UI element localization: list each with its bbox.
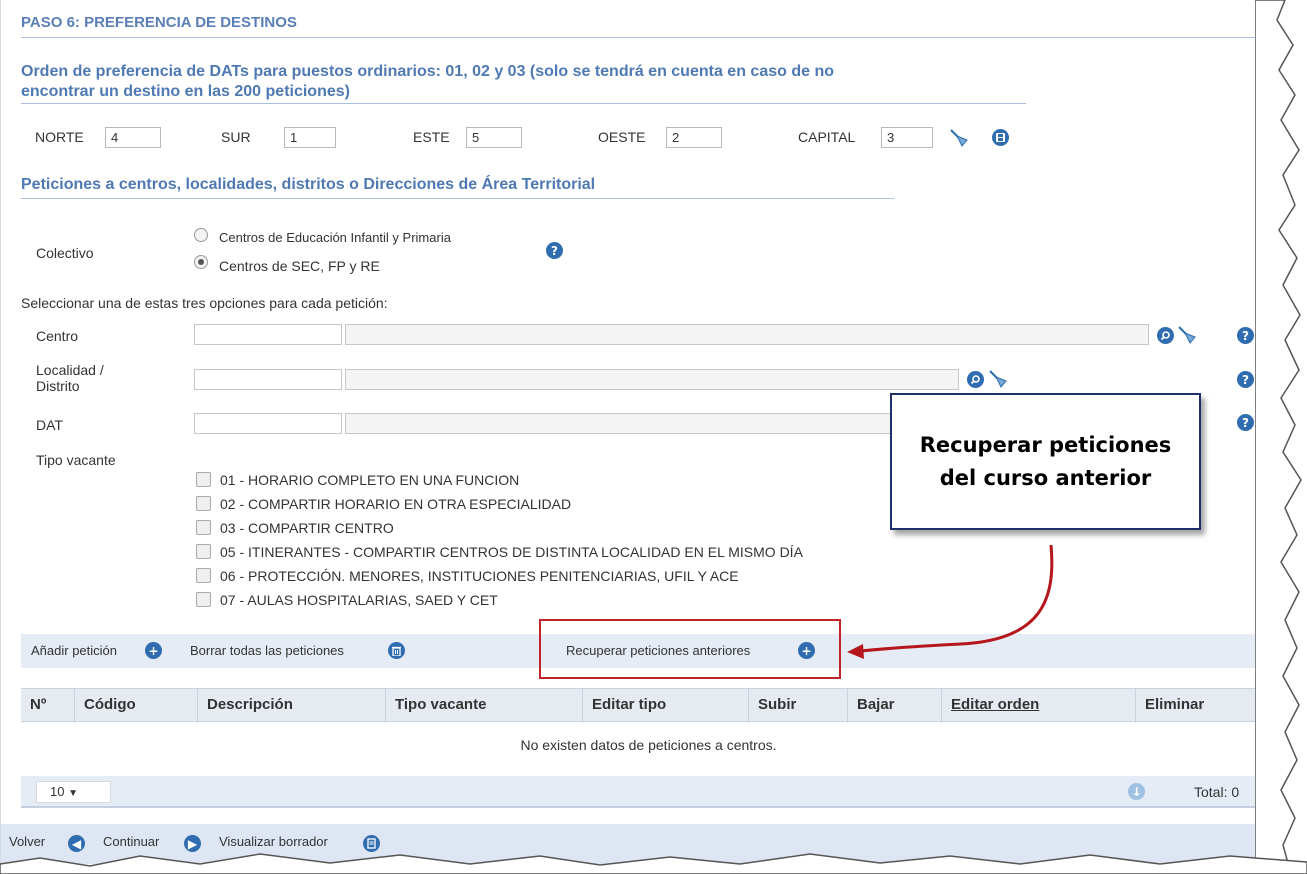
centro-label: Centro xyxy=(36,328,79,344)
dat-order-title-line1: Orden de preferencia de DATs para puesto… xyxy=(21,63,834,80)
colectivo-radio-primaria[interactable] xyxy=(194,228,208,242)
localidad-label: Localidad / Distrito xyxy=(36,362,104,394)
callout-line2: del curso anterior xyxy=(939,465,1152,490)
sur-label: SUR xyxy=(221,129,251,145)
annotation-arrow xyxy=(847,544,1054,659)
recover-highlight-box xyxy=(539,619,841,679)
colectivo-radio-sec[interactable] xyxy=(194,255,208,269)
torn-edge-bottom xyxy=(0,853,1307,874)
page-size-select[interactable]: 10 ▼ xyxy=(36,781,111,803)
este-label: ESTE xyxy=(413,129,450,145)
save-icon[interactable] xyxy=(992,129,1009,146)
colectivo-option-primaria: Centros de Educación Infantil y Primaria xyxy=(219,230,451,245)
step-title: PASO 6: PREFERENCIA DE DESTINOS xyxy=(21,14,297,31)
centro-name-input xyxy=(345,324,1149,345)
localidad-label-line2: Distrito xyxy=(36,378,80,394)
localidad-code-input[interactable] xyxy=(194,369,342,390)
help-icon[interactable]: ? xyxy=(1237,371,1254,388)
callout-line1: Recuperar peticiones xyxy=(919,432,1172,457)
este-input[interactable] xyxy=(466,127,522,148)
dat-name-input xyxy=(345,413,905,434)
empty-table-message: No existen datos de peticiones a centros… xyxy=(520,737,777,753)
help-icon[interactable]: ? xyxy=(1237,327,1254,344)
search-icon[interactable] xyxy=(1157,327,1174,344)
trash-circle-icon[interactable] xyxy=(388,642,405,659)
chevron-down-icon: ▼ xyxy=(68,788,78,799)
total-count: Total: 0 xyxy=(1194,784,1240,800)
page-frame: PASO 6: PREFERENCIA DE DESTINOS Orden de… xyxy=(0,0,1276,874)
col-header-editar-orden[interactable]: Editar orden xyxy=(942,689,1136,723)
divider xyxy=(21,103,1026,104)
col-header-codigo: Código xyxy=(75,689,198,723)
divider xyxy=(21,198,894,199)
requests-table-header: Nº Código Descripción Tipo vacante Edita… xyxy=(21,688,1276,723)
vacante-checkbox-01[interactable] xyxy=(196,472,211,487)
vacante-option-06: 06 - PROTECCIÓN. MENORES, INSTITUCIONES … xyxy=(220,568,739,584)
col-header-bajar: Bajar xyxy=(848,689,942,723)
norte-label: NORTE xyxy=(35,129,84,145)
localidad-label-line1: Localidad / xyxy=(36,362,104,378)
help-icon[interactable]: ? xyxy=(546,242,563,259)
col-header-tipo-vacante: Tipo vacante xyxy=(386,689,583,723)
vacante-option-03: 03 - COMPARTIR CENTRO xyxy=(220,520,394,536)
sur-input[interactable] xyxy=(284,127,336,148)
col-header-descripcion: Descripción xyxy=(198,689,386,723)
add-request-link[interactable]: Añadir petición xyxy=(31,643,117,658)
broom-icon[interactable] xyxy=(948,127,970,152)
col-header-num: Nº xyxy=(21,689,75,723)
divider xyxy=(21,37,1276,38)
dat-order-title: Orden de preferencia de DATs para puesto… xyxy=(21,62,834,102)
tipo-vacante-label: Tipo vacante xyxy=(36,452,116,468)
oeste-input[interactable] xyxy=(666,127,722,148)
dat-order-title-line2: encontrar un destino en las 200 peticion… xyxy=(21,83,350,100)
vacante-option-01: 01 - HORARIO COMPLETO EN UNA FUNCION xyxy=(220,472,520,488)
colectivo-option-sec: Centros de SEC, FP y RE xyxy=(219,258,380,274)
vacante-option-05: 05 - ITINERANTES - COMPARTIR CENTROS DE … xyxy=(220,544,803,560)
delete-all-link[interactable]: Borrar todas las peticiones xyxy=(190,643,344,658)
requests-title: Peticiones a centros, localidades, distr… xyxy=(21,176,596,193)
torn-edge-right xyxy=(1255,0,1302,874)
localidad-name-input xyxy=(345,369,959,390)
colectivo-label: Colectivo xyxy=(36,245,94,261)
help-icon[interactable]: ? xyxy=(1237,414,1254,431)
plus-circle-icon[interactable]: + xyxy=(145,642,162,659)
col-header-editar-tipo: Editar tipo xyxy=(583,689,749,723)
dat-code-input[interactable] xyxy=(194,413,342,434)
vacante-checkbox-03[interactable] xyxy=(196,520,211,535)
page-size-value: 10 xyxy=(50,784,65,799)
oeste-label: OESTE xyxy=(598,129,646,145)
vacante-option-02: 02 - COMPARTIR HORARIO EN OTRA ESPECIALI… xyxy=(220,496,572,512)
norte-input[interactable] xyxy=(105,127,161,148)
search-icon[interactable] xyxy=(967,371,984,388)
vacante-checkbox-07[interactable] xyxy=(196,592,211,607)
vacante-checkbox-05[interactable] xyxy=(196,544,211,559)
capital-input[interactable] xyxy=(881,127,933,148)
broom-icon[interactable] xyxy=(1176,324,1198,349)
select-hint: Seleccionar una de estas tres opciones p… xyxy=(21,295,388,311)
col-header-subir: Subir xyxy=(749,689,848,723)
broom-icon[interactable] xyxy=(987,368,1009,393)
download-icon[interactable]: ↓ xyxy=(1128,783,1145,800)
vacante-checkbox-02[interactable] xyxy=(196,496,211,511)
vacante-option-07: 07 - AULAS HOSPITALARIAS, SAED Y CET xyxy=(220,592,498,608)
table-footer: 10 ▼ ↓ Total: 0 xyxy=(21,776,1276,808)
annotation-callout: Recuperar peticiones del curso anterior xyxy=(890,393,1201,530)
vacante-checkbox-06[interactable] xyxy=(196,568,211,583)
dat-label: DAT xyxy=(36,417,63,433)
centro-code-input[interactable] xyxy=(194,324,342,345)
capital-label: CAPITAL xyxy=(798,129,856,145)
